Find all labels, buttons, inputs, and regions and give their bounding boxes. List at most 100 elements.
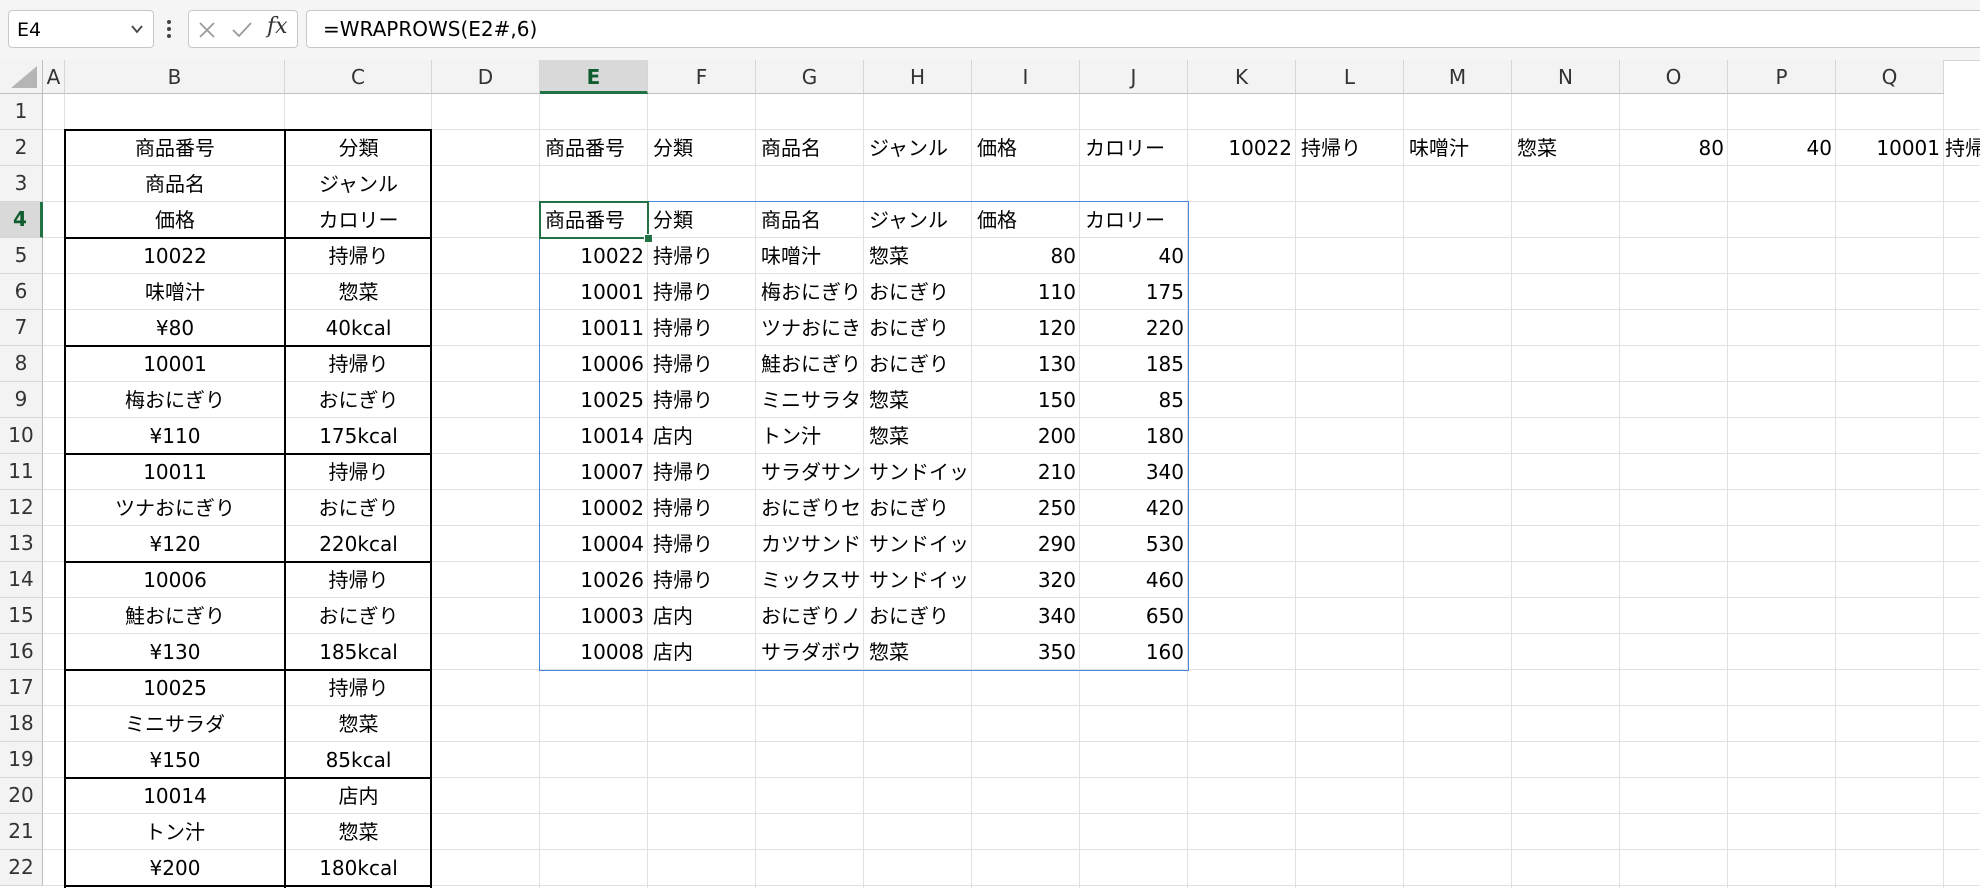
row-header-19[interactable]: 19: [0, 742, 43, 778]
cell-G4[interactable]: 商品名: [756, 202, 864, 238]
cell-G7[interactable]: ツナおにき: [756, 310, 864, 346]
cell-B12[interactable]: ツナおにぎり: [65, 490, 285, 526]
cell-H16[interactable]: 惣菜: [864, 634, 972, 670]
cell-J12[interactable]: 420: [1080, 490, 1188, 526]
cell-J5[interactable]: 40: [1080, 238, 1188, 274]
cell-C3[interactable]: ジャンル: [285, 166, 432, 202]
column-header-Q[interactable]: Q: [1836, 60, 1944, 94]
cell-Q2[interactable]: 10001: [1836, 130, 1944, 166]
cell-F13[interactable]: 持帰り: [648, 526, 756, 562]
cell-H9[interactable]: 惣菜: [864, 382, 972, 418]
cell-B22[interactable]: ¥200: [65, 850, 285, 886]
cell-C13[interactable]: 220kcal: [285, 526, 432, 562]
row-header-12[interactable]: 12: [0, 490, 43, 526]
cell-B4[interactable]: 価格: [65, 202, 285, 238]
cell-I5[interactable]: 80: [972, 238, 1080, 274]
cell-C17[interactable]: 持帰り: [285, 670, 432, 706]
row-header-1[interactable]: 1: [0, 94, 43, 130]
cell-G11[interactable]: サラダサン: [756, 454, 864, 490]
column-header-F[interactable]: F: [648, 60, 756, 94]
row-header-4[interactable]: 4: [0, 202, 43, 238]
cell-I9[interactable]: 150: [972, 382, 1080, 418]
row-header-18[interactable]: 18: [0, 706, 43, 742]
cell-I14[interactable]: 320: [972, 562, 1080, 598]
row-header-22[interactable]: 22: [0, 850, 43, 886]
cell-C19[interactable]: 85kcal: [285, 742, 432, 778]
cell-G10[interactable]: トン汁: [756, 418, 864, 454]
cell-I10[interactable]: 200: [972, 418, 1080, 454]
cell-J2[interactable]: カロリー: [1080, 130, 1188, 166]
cell-C16[interactable]: 185kcal: [285, 634, 432, 670]
row-header-8[interactable]: 8: [0, 346, 43, 382]
cell-I4[interactable]: 価格: [972, 202, 1080, 238]
column-header-B[interactable]: B: [65, 60, 285, 94]
cell-G13[interactable]: カツサンド: [756, 526, 864, 562]
column-header-N[interactable]: N: [1512, 60, 1620, 94]
cell-G15[interactable]: おにぎりノ: [756, 598, 864, 634]
cell-B5[interactable]: 10022: [65, 238, 285, 274]
cell-G6[interactable]: 梅おにぎり: [756, 274, 864, 310]
fill-handle[interactable]: [644, 234, 653, 243]
cell-E4[interactable]: 商品番号: [540, 202, 648, 238]
cell-C4[interactable]: カロリー: [285, 202, 432, 238]
cell-G16[interactable]: サラダボウ: [756, 634, 864, 670]
cell-B13[interactable]: ¥120: [65, 526, 285, 562]
cell-H4[interactable]: ジャンル: [864, 202, 972, 238]
column-header-C[interactable]: C: [285, 60, 432, 94]
cell-I15[interactable]: 340: [972, 598, 1080, 634]
cell-C9[interactable]: おにぎり: [285, 382, 432, 418]
cell-K2[interactable]: 10022: [1188, 130, 1296, 166]
cell-C8[interactable]: 持帰り: [285, 346, 432, 382]
column-header-E[interactable]: E: [540, 60, 648, 94]
cell-J13[interactable]: 530: [1080, 526, 1188, 562]
cell-J4[interactable]: カロリー: [1080, 202, 1188, 238]
cell-E12[interactable]: 10002: [540, 490, 648, 526]
cell-J11[interactable]: 340: [1080, 454, 1188, 490]
cell-H6[interactable]: おにぎり: [864, 274, 972, 310]
cell-B18[interactable]: ミニサラダ: [65, 706, 285, 742]
cell-B2[interactable]: 商品番号: [65, 130, 285, 166]
column-header-P[interactable]: P: [1728, 60, 1836, 94]
cell-F7[interactable]: 持帰り: [648, 310, 756, 346]
cell-B7[interactable]: ¥80: [65, 310, 285, 346]
row-header-10[interactable]: 10: [0, 418, 43, 454]
column-header-M[interactable]: M: [1404, 60, 1512, 94]
row-header-11[interactable]: 11: [0, 454, 43, 490]
cell-H12[interactable]: おにぎり: [864, 490, 972, 526]
cell-G9[interactable]: ミニサラタ: [756, 382, 864, 418]
cell-H11[interactable]: サンドイッ: [864, 454, 972, 490]
cell-J6[interactable]: 175: [1080, 274, 1188, 310]
column-header-A[interactable]: A: [43, 60, 65, 94]
cell-R2[interactable]: 持帰: [1944, 130, 1980, 166]
cell-C22[interactable]: 180kcal: [285, 850, 432, 886]
row-header-15[interactable]: 15: [0, 598, 43, 634]
row-header-21[interactable]: 21: [0, 814, 43, 850]
cell-E6[interactable]: 10001: [540, 274, 648, 310]
cell-G8[interactable]: 鮭おにぎり: [756, 346, 864, 382]
cell-H14[interactable]: サンドイッ: [864, 562, 972, 598]
cell-L2[interactable]: 持帰り: [1296, 130, 1404, 166]
cell-F11[interactable]: 持帰り: [648, 454, 756, 490]
column-header-O[interactable]: O: [1620, 60, 1728, 94]
cell-F6[interactable]: 持帰り: [648, 274, 756, 310]
cell-G12[interactable]: おにぎりセ: [756, 490, 864, 526]
cell-C5[interactable]: 持帰り: [285, 238, 432, 274]
cell-E11[interactable]: 10007: [540, 454, 648, 490]
cell-B10[interactable]: ¥110: [65, 418, 285, 454]
cell-B15[interactable]: 鮭おにぎり: [65, 598, 285, 634]
row-header-2[interactable]: 2: [0, 130, 43, 166]
cell-B14[interactable]: 10006: [65, 562, 285, 598]
cell-F10[interactable]: 店内: [648, 418, 756, 454]
cell-C2[interactable]: 分類: [285, 130, 432, 166]
cell-E7[interactable]: 10011: [540, 310, 648, 346]
cell-I11[interactable]: 210: [972, 454, 1080, 490]
cell-H2[interactable]: ジャンル: [864, 130, 972, 166]
cell-H7[interactable]: おにぎり: [864, 310, 972, 346]
cell-J14[interactable]: 460: [1080, 562, 1188, 598]
cell-B20[interactable]: 10014: [65, 778, 285, 814]
cell-B16[interactable]: ¥130: [65, 634, 285, 670]
cell-E16[interactable]: 10008: [540, 634, 648, 670]
cell-H13[interactable]: サンドイッ: [864, 526, 972, 562]
cell-F4[interactable]: 分類: [648, 202, 756, 238]
cell-G14[interactable]: ミックスサ: [756, 562, 864, 598]
